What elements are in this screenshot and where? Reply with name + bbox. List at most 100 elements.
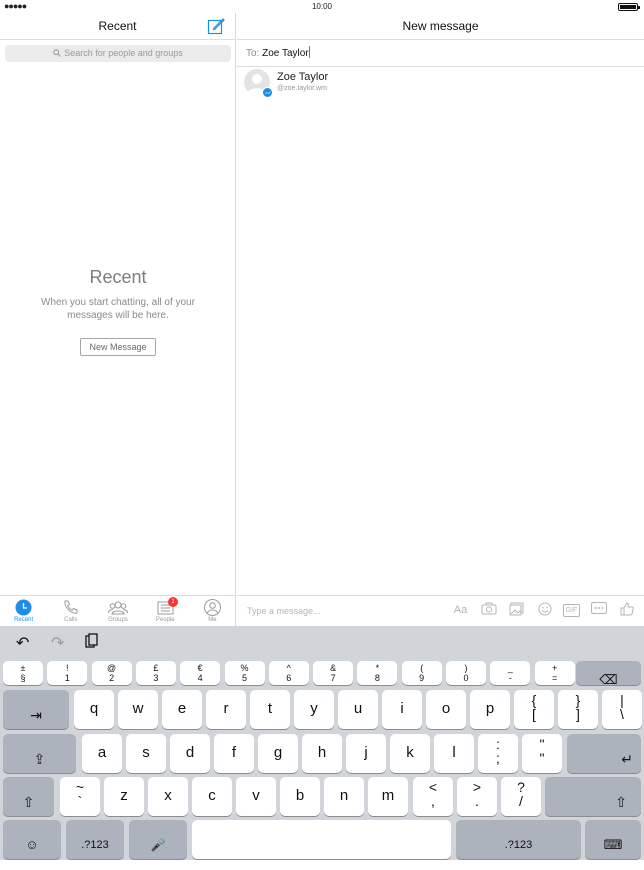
key-l[interactable]: l <box>434 734 474 773</box>
undo-icon[interactable]: ↶ <box>16 633 29 653</box>
shift-key-right[interactable]: ⇧ <box>545 777 641 816</box>
like-icon[interactable] <box>617 602 636 619</box>
key-a[interactable]: a <box>82 734 122 773</box>
more-icon[interactable] <box>589 602 608 619</box>
key-j[interactable]: j <box>346 734 386 773</box>
key-8[interactable]: * 8 <box>357 661 398 685</box>
key-"[interactable]: " " <box>522 734 562 773</box>
key-h[interactable]: h <box>302 734 342 773</box>
backspace-key[interactable]: ⌫ <box>576 661 641 687</box>
tab-people[interactable]: 1 People <box>142 596 189 626</box>
key-6[interactable]: ^ 6 <box>268 661 309 685</box>
key-bottom-label: § <box>20 673 26 683</box>
key-1[interactable]: ! 1 <box>47 661 88 685</box>
redo-icon[interactable]: ↷ <box>51 633 64 653</box>
key-q[interactable]: q <box>74 690 114 729</box>
mode-key-right[interactable]: .?123 <box>456 820 581 859</box>
key-c[interactable]: c <box>192 777 232 816</box>
shift-lock-key[interactable]: ⇪ <box>3 734 76 773</box>
key-b[interactable]: b <box>280 777 320 816</box>
key-top-label: ) <box>464 663 468 673</box>
key-t[interactable]: t <box>250 690 290 729</box>
search-input[interactable]: Search for people and groups <box>5 45 231 62</box>
space-key[interactable] <box>192 820 451 859</box>
tab-label: Calls <box>64 617 78 623</box>
key-bottom-label: \ <box>620 706 624 722</box>
key-bottom-label: 4 <box>197 673 203 683</box>
tab-recent[interactable]: Recent <box>0 596 47 626</box>
key-i[interactable]: i <box>382 690 422 729</box>
text-format-icon[interactable]: Aa <box>451 602 470 619</box>
groups-icon <box>108 601 128 615</box>
tab-calls[interactable]: Calls <box>47 596 94 626</box>
key-top-label: _ <box>507 663 513 673</box>
key-top-label: ? <box>517 779 525 795</box>
emoji-key[interactable]: ☺ <box>3 820 61 859</box>
key-/[interactable]: ? / <box>501 777 541 816</box>
compose-icon[interactable] <box>207 17 225 35</box>
emoji-icon[interactable] <box>535 602 554 619</box>
key-\[interactable]: | \ <box>602 690 642 729</box>
tab-key[interactable]: ⇥ <box>3 690 69 729</box>
message-input[interactable]: Type a message... <box>247 606 321 616</box>
key-z[interactable]: z <box>104 777 144 816</box>
key-e[interactable]: e <box>162 690 202 729</box>
recipient-field[interactable]: To: Zoe Taylor <box>237 40 644 67</box>
dictation-key[interactable]: 🎤 <box>129 820 187 859</box>
key-p[interactable]: p <box>470 690 510 729</box>
hide-keyboard-key[interactable]: ⌨ <box>585 820 641 859</box>
key-5[interactable]: % 5 <box>224 661 265 685</box>
tab-groups[interactable]: Groups <box>94 596 141 626</box>
composer-icons: Aa GIF <box>451 602 636 619</box>
text-caret <box>308 46 310 58</box>
camera-icon[interactable] <box>479 602 498 619</box>
me-icon <box>203 599 221 616</box>
key-v[interactable]: v <box>236 777 276 816</box>
key-,[interactable]: <, <box>413 777 453 816</box>
key-2[interactable]: @2 <box>91 661 132 685</box>
key-o[interactable]: o <box>426 690 466 729</box>
key-n[interactable]: n <box>324 777 364 816</box>
key-x[interactable]: x <box>148 777 188 816</box>
key-0[interactable]: ) 0 <box>446 661 486 685</box>
messenger-badge-icon <box>262 87 273 98</box>
key-4[interactable]: €4 <box>180 661 221 685</box>
paste-icon[interactable] <box>85 633 99 653</box>
key-y[interactable]: y <box>294 690 334 729</box>
key-][interactable]: }] <box>558 690 598 729</box>
key-.[interactable]: >. <box>457 777 497 816</box>
key-;[interactable]: :; <box>478 734 518 773</box>
key-3[interactable]: £3 <box>135 661 176 685</box>
key-=[interactable]: + = <box>534 661 575 685</box>
contact-result[interactable]: Zoe Taylor @zoe.taylor.wm <box>244 69 624 101</box>
key-7[interactable]: & 7 <box>313 661 354 685</box>
key-backtick[interactable]: ~ ` <box>60 777 100 816</box>
key-k[interactable]: k <box>390 734 430 773</box>
key-u[interactable]: u <box>338 690 378 729</box>
key-g[interactable]: g <box>258 734 298 773</box>
key-w[interactable]: w <box>118 690 158 729</box>
shift-key[interactable]: ⇧ <box>3 777 54 816</box>
key-top-label: £ <box>153 663 159 673</box>
gif-icon[interactable]: GIF <box>563 604 580 617</box>
battery-icon <box>618 3 640 11</box>
status-time: 10:00 <box>311 2 333 11</box>
key-top-label: ^ <box>286 663 291 673</box>
key-s[interactable]: s <box>126 734 166 773</box>
empty-state: Recent When you start chatting, all of y… <box>0 267 236 356</box>
key-[[interactable]: {[ <box>514 690 554 729</box>
key-bottom-label: 7 <box>330 673 336 683</box>
key-m[interactable]: m <box>368 777 408 816</box>
key-d[interactable]: d <box>170 734 210 773</box>
key-r[interactable]: r <box>206 690 246 729</box>
recent-pane: Recent Search for people and groups Rece… <box>0 13 236 626</box>
key-§[interactable]: ± § <box>3 661 43 685</box>
key--[interactable]: _ - <box>490 661 531 685</box>
return-key[interactable]: ↵ <box>567 734 641 773</box>
key-f[interactable]: f <box>214 734 254 773</box>
mode-key[interactable]: .?123 <box>66 820 124 859</box>
key-9[interactable]: (9 <box>401 661 442 685</box>
gallery-icon[interactable] <box>507 602 526 619</box>
new-message-button[interactable]: New Message <box>80 338 156 356</box>
tab-me[interactable]: Me <box>189 596 236 626</box>
